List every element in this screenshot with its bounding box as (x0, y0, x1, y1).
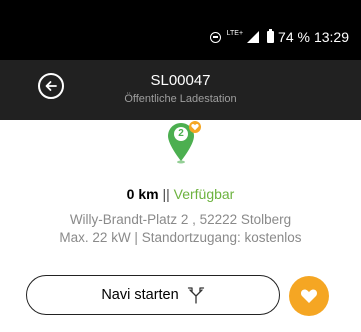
page-title: SL00047 (150, 72, 211, 89)
clock: 13:29 (313, 29, 349, 45)
signal-icon (247, 31, 260, 43)
route-icon (187, 287, 204, 304)
distance: 0 km (126, 186, 159, 202)
page-subtitle: Öffentliche Ladestation (124, 93, 237, 105)
heart-icon (191, 124, 199, 131)
availability-status: Verfügbar (173, 186, 235, 202)
station-power-info: Max. 22 kW | Standortzugang: kostenlos (59, 230, 302, 245)
favorite-button[interactable] (289, 276, 329, 316)
start-navigation-button[interactable]: Navi starten (26, 275, 280, 315)
station-pin: 2 (167, 121, 201, 164)
do-not-disturb-icon (209, 31, 221, 43)
distance-status-row: 0 km || Verfügbar (0, 186, 361, 202)
status-bar: LTE+ 74 % 13:29 (0, 0, 361, 60)
battery-icon (267, 29, 275, 43)
pin-favorite-badge (189, 121, 201, 133)
pin-count: 2 (174, 127, 188, 141)
app-bar: SL00047 Öffentliche Ladestation (0, 60, 361, 120)
station-address: Willy-Brandt-Platz 2 , 52222 Stolberg (69, 212, 292, 227)
status-indicators: LTE+ 74 % 13:29 (209, 29, 349, 45)
separator: || (162, 186, 170, 202)
battery-level: 74 % (278, 29, 310, 45)
network-type: LTE+ (226, 29, 244, 37)
navi-button-label: Navi starten (101, 287, 179, 303)
heart-icon (300, 289, 318, 303)
